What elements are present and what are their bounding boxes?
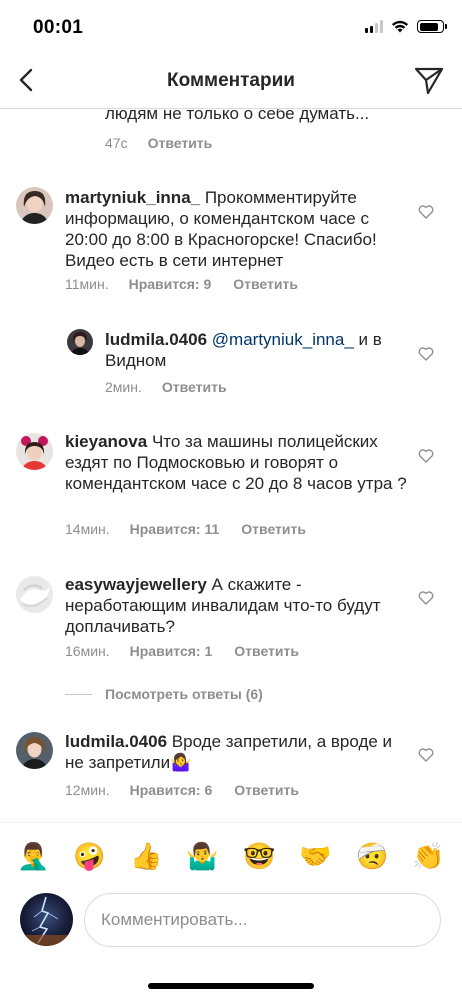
comment-time: 2мин.	[105, 379, 142, 395]
home-indicator	[148, 983, 314, 989]
direct-send-icon[interactable]	[414, 66, 444, 96]
like-heart-icon[interactable]	[418, 590, 434, 605]
reply-button[interactable]: Ответить	[162, 379, 227, 395]
comment-body: easywayjewellery А скажите - неработающи…	[65, 574, 410, 637]
shrug-emoji-icon[interactable]: 🤷‍♂️	[186, 841, 218, 873]
comment-username[interactable]: martyniuk_inna_	[65, 188, 200, 207]
reply-button[interactable]: Ответить	[234, 782, 299, 798]
handshake-emoji-icon[interactable]: 🤝	[299, 841, 331, 873]
comment-meta: 47с Ответить	[105, 135, 212, 151]
comment-time: 47с	[105, 135, 128, 151]
likes-count[interactable]: Нравится: 1	[130, 643, 213, 659]
comment-meta: 2мин. Ответить	[105, 379, 227, 395]
reply-button[interactable]: Ответить	[148, 135, 213, 151]
clapping-hands-emoji-icon[interactable]: 👏	[412, 841, 444, 873]
zany-face-emoji-icon[interactable]: 🤪	[73, 841, 105, 873]
likes-count[interactable]: Нравится: 11	[130, 521, 220, 537]
avatar[interactable]	[16, 732, 53, 769]
comment-time: 12мин.	[65, 782, 110, 798]
view-replies-label: Посмотреть ответы (6)	[105, 686, 263, 702]
comment-meta: 14мин. Нравится: 11 Ответить	[65, 521, 306, 537]
status-icons	[365, 20, 447, 33]
comment-username[interactable]: kieyanova	[65, 432, 147, 451]
comment-time: 11мин.	[65, 276, 109, 292]
comment-body: ludmila.0406 Вроде запретили, а вроде и …	[65, 731, 410, 773]
comment-body: ludmila.0406 @martyniuk_inna_ и в Видном	[105, 329, 410, 371]
comment-time: 14мин.	[65, 521, 110, 537]
emoji-quick-bar: 🤦‍♂️ 🤪 👍 🤷‍♂️ 🤓 🤝 🤕 👏	[0, 822, 462, 892]
view-replies-button[interactable]: Посмотреть ответы (6)	[65, 686, 263, 702]
avatar[interactable]	[67, 329, 93, 355]
nerd-face-emoji-icon[interactable]: 🤓	[243, 841, 275, 873]
wifi-icon	[392, 20, 408, 33]
facepalm-emoji-icon[interactable]: 🤦‍♂️	[17, 841, 49, 873]
avatar[interactable]	[16, 576, 53, 613]
comment-time: 16мин.	[65, 643, 110, 659]
comment-username[interactable]: easywayjewellery	[65, 575, 207, 594]
thumbs-up-emoji-icon[interactable]: 👍	[130, 841, 162, 873]
comment-meta: 12мин. Нравится: 6 Ответить	[65, 782, 299, 798]
status-bar: 00:01	[0, 0, 462, 54]
comment-meta: 11мин. Нравится: 9 Ответить	[65, 276, 298, 292]
comment-input[interactable]	[84, 893, 441, 947]
reply-button[interactable]: Ответить	[234, 643, 299, 659]
avatar[interactable]	[16, 187, 53, 224]
comment-body: kieyanova Что за машины полицейских ездя…	[65, 431, 410, 494]
head-bandage-emoji-icon[interactable]: 🤕	[356, 841, 388, 873]
comment-username[interactable]: ludmila.0406	[105, 330, 207, 349]
reply-button[interactable]: Ответить	[233, 276, 298, 292]
like-heart-icon[interactable]	[418, 346, 434, 361]
divider	[65, 693, 92, 695]
reply-button[interactable]: Ответить	[241, 521, 306, 537]
comment-username[interactable]: ludmila.0406	[65, 732, 167, 751]
battery-icon	[417, 20, 447, 33]
like-heart-icon[interactable]	[418, 448, 434, 463]
comment-body: martyniuk_inna_ Прокомментируйте информа…	[65, 187, 415, 271]
header: Комментарии	[0, 54, 462, 109]
status-time: 00:01	[33, 17, 84, 38]
like-heart-icon[interactable]	[418, 747, 434, 762]
comments-list: людям не только о себе думать... 47с Отв…	[0, 109, 462, 821]
comment-meta: 16мин. Нравится: 1 Ответить	[65, 643, 299, 659]
likes-count[interactable]: Нравится: 6	[130, 782, 213, 798]
my-avatar	[20, 893, 73, 946]
page-title: Комментарии	[167, 70, 295, 91]
like-heart-icon[interactable]	[418, 204, 434, 219]
avatar[interactable]	[16, 433, 53, 470]
likes-count[interactable]: Нравится: 9	[129, 276, 212, 292]
mention-link[interactable]: @martyniuk_inna_	[212, 330, 354, 349]
comment-text: людям не только о себе думать...	[105, 109, 370, 123]
cellular-signal-icon	[365, 20, 383, 33]
